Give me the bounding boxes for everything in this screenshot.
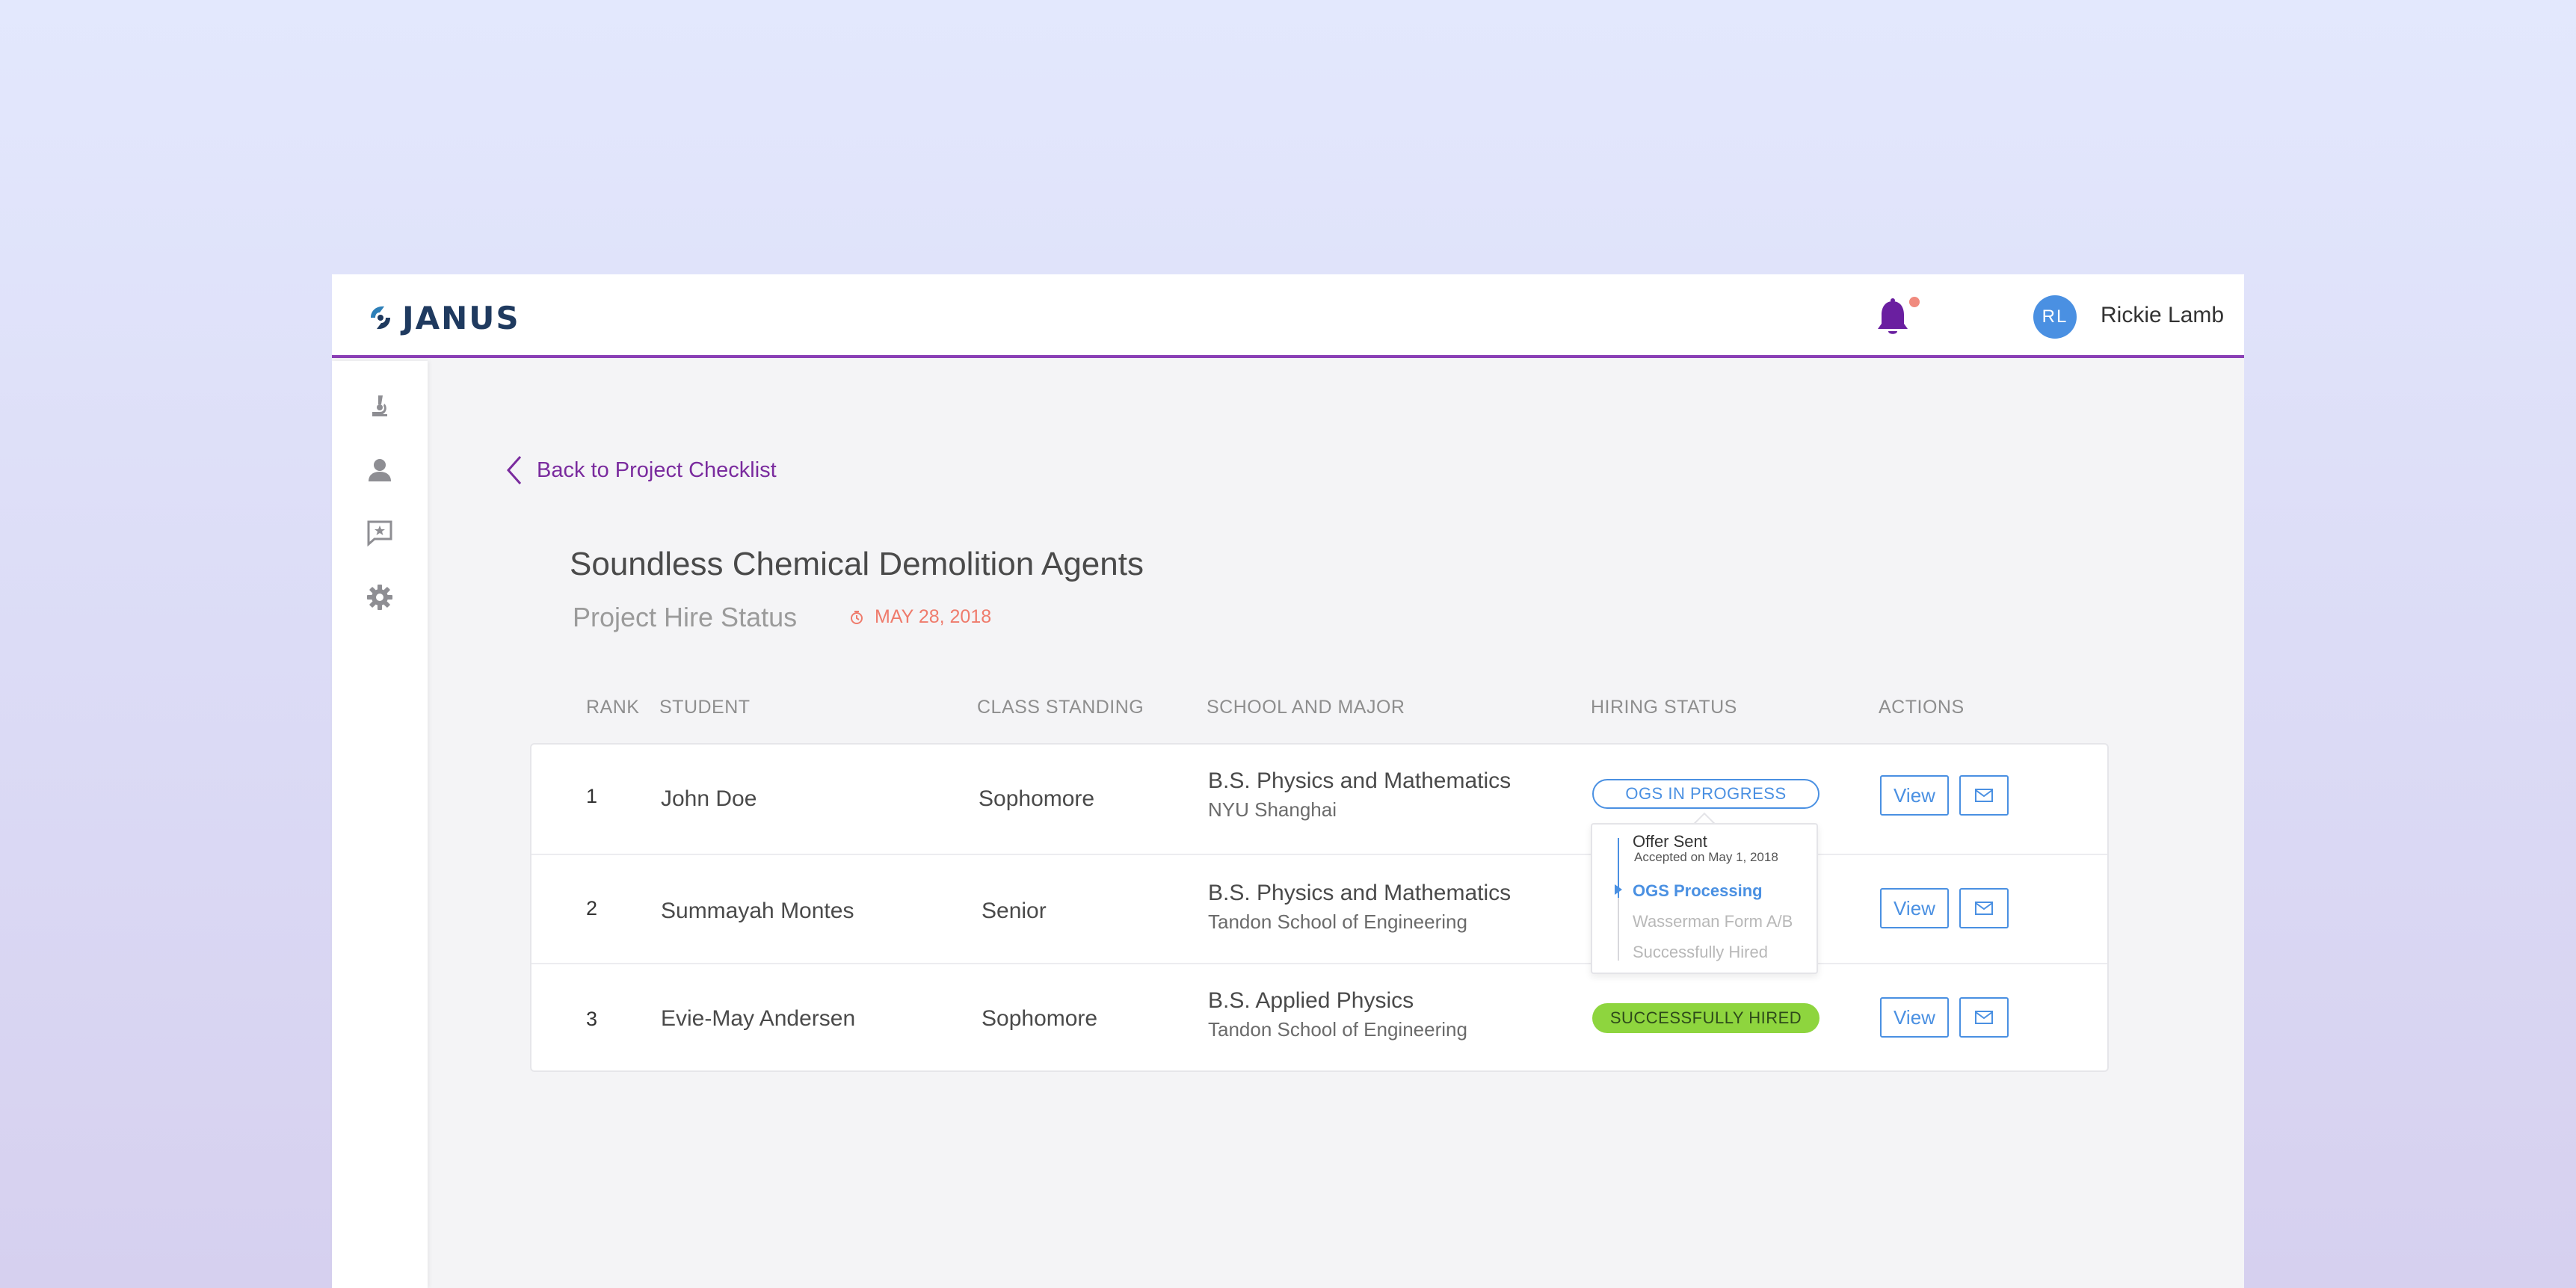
hire-status-table: 1 John Doe Sophomore B.S. Physics and Ma…	[530, 743, 2109, 1072]
gear-icon[interactable]	[365, 582, 395, 612]
step-successfully-hired: Successfully Hired	[1633, 943, 1768, 961]
avatar[interactable]: RL	[2033, 295, 2077, 339]
deadline-date-text: MAY 28, 2018	[875, 606, 992, 627]
feedback-icon[interactable]	[365, 518, 395, 548]
logo[interactable]: JANUS	[368, 299, 520, 336]
header-hiring-status: HIRING STATUS	[1591, 697, 1737, 718]
step-ogs-processing: OGS Processing	[1633, 881, 1763, 900]
page-subtitle: Project Hire Status	[573, 602, 798, 632]
step-offer-sent-note: Accepted on May 1, 2018	[1634, 850, 1778, 864]
email-button[interactable]	[1959, 997, 2009, 1038]
app-window: JANUS RL Rickie Lamb Back to Project Che…	[332, 274, 2244, 1288]
chevron-left-icon	[506, 456, 522, 484]
status-badge[interactable]: SUCCESSFULLY HIRED	[1592, 1003, 1819, 1033]
rank-cell: 1	[586, 785, 598, 807]
school-major: B.S. Physics and Mathematics Tandon Scho…	[1208, 881, 1511, 934]
student-name[interactable]: Evie-May Andersen	[661, 1006, 855, 1032]
class-standing: Sophomore	[982, 1006, 1098, 1031]
view-button[interactable]: View	[1880, 888, 1949, 928]
sidebar	[332, 361, 428, 1288]
school-name: NYU Shanghai	[1208, 798, 1337, 821]
student-name[interactable]: John Doe	[661, 786, 757, 812]
view-button[interactable]: View	[1880, 775, 1949, 816]
major-title: B.S. Applied Physics	[1208, 988, 1414, 1013]
school-major: B.S. Applied Physics Tandon School of En…	[1208, 988, 1467, 1041]
school-name: Tandon School of Engineering	[1208, 910, 1467, 933]
clock-icon	[851, 610, 863, 624]
rank-cell: 3	[586, 1008, 598, 1030]
mail-icon	[1975, 789, 1993, 802]
user-name[interactable]: Rickie Lamb	[2101, 303, 2224, 328]
notification-badge	[1909, 297, 1920, 307]
table-row: 2 Summayah Montes Senior B.S. Physics an…	[531, 854, 2107, 963]
table-row: 3 Evie-May Andersen Sophomore B.S. Appli…	[531, 963, 2107, 1072]
back-link-label: Back to Project Checklist	[537, 457, 777, 482]
header-student: STUDENT	[659, 697, 751, 718]
header-rank: RANK	[586, 697, 640, 718]
step-offer-sent: Offer Sent	[1633, 832, 1707, 851]
step-wasserman-form: Wasserman Form A/B	[1633, 912, 1793, 931]
user-icon[interactable]	[365, 455, 395, 485]
mail-icon	[1975, 902, 1993, 915]
school-name: Tandon School of Engineering	[1208, 1018, 1467, 1041]
back-to-checklist-link[interactable]: Back to Project Checklist	[505, 454, 777, 487]
student-name[interactable]: Summayah Montes	[661, 899, 854, 924]
email-button[interactable]	[1959, 775, 2009, 816]
hiring-progress-popover: Offer Sent Accepted on May 1, 2018 OGS P…	[1591, 823, 1818, 974]
table-row: 1 John Doe Sophomore B.S. Physics and Ma…	[531, 745, 2107, 854]
logo-mark-icon	[371, 306, 390, 330]
brand-name: JANUS	[402, 299, 520, 336]
notification-bell-icon[interactable]	[1874, 297, 1911, 339]
major-title: B.S. Physics and Mathematics	[1208, 881, 1512, 905]
email-button[interactable]	[1959, 888, 2009, 928]
rank-cell: 2	[586, 897, 598, 919]
major-title: B.S. Physics and Mathematics	[1208, 768, 1512, 793]
header-school-major: SCHOOL AND MAJOR	[1207, 697, 1405, 718]
microscope-icon[interactable]	[365, 391, 395, 421]
page-title: Soundless Chemical Demolition Agents	[570, 546, 1144, 582]
current-step-marker-icon	[1615, 884, 1622, 895]
header-class-standing: CLASS STANDING	[977, 697, 1144, 718]
top-bar: JANUS RL Rickie Lamb	[332, 274, 2244, 358]
status-badge[interactable]: OGS IN PROGRESS	[1592, 779, 1819, 809]
class-standing: Senior	[982, 899, 1047, 923]
class-standing: Sophomore	[979, 786, 1095, 811]
mail-icon	[1975, 1011, 1993, 1024]
view-button[interactable]: View	[1880, 997, 1949, 1038]
school-major: B.S. Physics and Mathematics NYU Shangha…	[1208, 768, 1511, 822]
deadline-date: MAY 28, 2018	[849, 606, 991, 628]
header-actions: ACTIONS	[1879, 697, 1965, 718]
timeline-remaining-line	[1618, 898, 1619, 961]
